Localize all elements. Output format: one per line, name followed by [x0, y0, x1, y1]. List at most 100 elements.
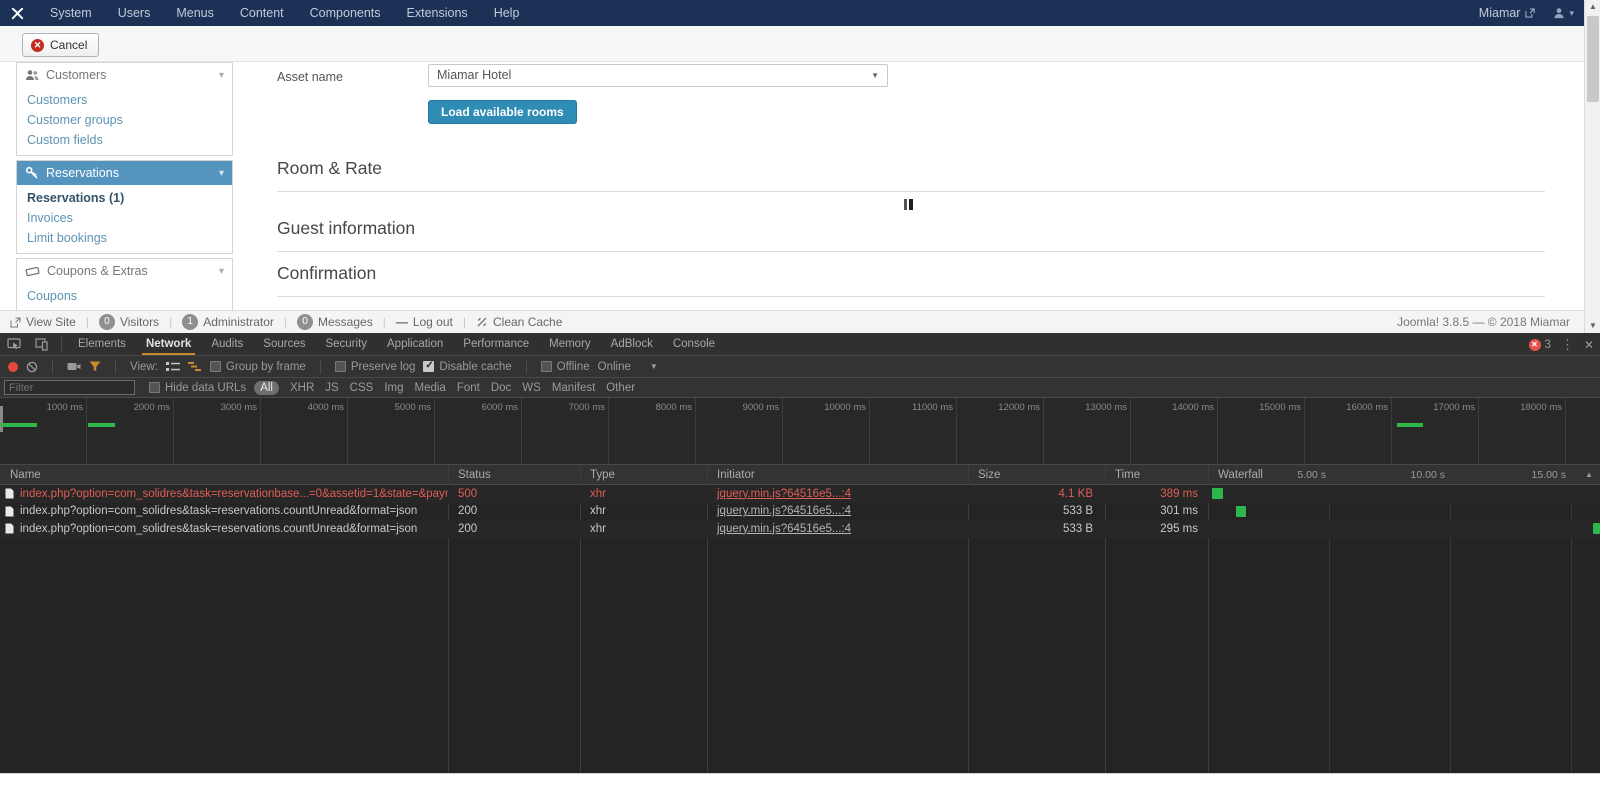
kebab-menu-icon[interactable]: ⋮: [1561, 337, 1574, 353]
initiator-link[interactable]: jquery.min.js?64516e5...:4: [717, 523, 851, 535]
capture-screenshots-icon[interactable]: [67, 361, 81, 372]
tab-security[interactable]: Security: [315, 333, 377, 355]
sidebar-item-invoices[interactable]: Invoices: [17, 208, 232, 228]
scrollbar-thumb[interactable]: [1587, 16, 1599, 102]
user-menu[interactable]: ▾: [1553, 7, 1574, 19]
divider: [320, 360, 321, 374]
scroll-up-arrow-icon[interactable]: ▲: [1585, 0, 1600, 14]
disable-cache-checkbox[interactable]: Disable cache: [423, 361, 511, 373]
table-row[interactable]: index.php?option=com_solidres&task=reser…: [0, 503, 1600, 521]
column-header-time[interactable]: Time: [1105, 465, 1140, 485]
filter-type-xhr[interactable]: XHR: [290, 382, 314, 394]
sidebar-item-reservations-1[interactable]: Reservations (1): [17, 188, 232, 208]
initiator-link[interactable]: jquery.min.js?64516e5...:4: [717, 505, 851, 517]
clear-icon[interactable]: [26, 361, 38, 373]
hide-data-urls-checkbox[interactable]: Hide data URLs: [149, 382, 246, 394]
tab-performance[interactable]: Performance: [453, 333, 539, 355]
cancel-button[interactable]: ✕ Cancel: [22, 33, 99, 57]
view-site-link[interactable]: View Site: [0, 315, 86, 329]
tab-console[interactable]: Console: [663, 333, 725, 355]
table-row[interactable]: index.php?option=com_solidres&task=reser…: [0, 485, 1600, 503]
overview-request-bar: [1, 423, 37, 427]
filter-type-img[interactable]: Img: [384, 382, 403, 394]
filter-icon[interactable]: [89, 361, 101, 372]
sidebar-panel-header-coupons-extras[interactable]: Coupons & Extras▾: [17, 259, 232, 283]
menu-help[interactable]: Help: [481, 0, 533, 26]
network-rows: index.php?option=com_solidres&task=reser…: [0, 485, 1600, 538]
tab-sources[interactable]: Sources: [253, 333, 315, 355]
sidebar-item-customers[interactable]: Customers: [17, 90, 232, 110]
divider: [115, 360, 116, 374]
logout-link[interactable]: — Log out: [386, 315, 463, 329]
scroll-down-arrow-icon[interactable]: ▼: [1585, 319, 1600, 333]
column-header-status[interactable]: Status: [448, 465, 491, 485]
filter-type-ws[interactable]: WS: [522, 382, 541, 394]
waterfall-view-icon[interactable]: [188, 361, 202, 372]
filter-input[interactable]: [4, 380, 135, 395]
request-type-cell: xhr: [580, 488, 707, 500]
tab-adblock[interactable]: AdBlock: [601, 333, 663, 355]
sidebar-item-custom-fields[interactable]: Custom fields: [17, 130, 232, 150]
menu-menus[interactable]: Menus: [163, 0, 227, 26]
throttling-dropdown[interactable]: Online ▼: [598, 361, 658, 373]
waterfall-bar: [1236, 506, 1246, 517]
messages-status[interactable]: 0 Messages: [287, 314, 383, 330]
error-count: 3: [1545, 339, 1551, 351]
select-caret-icon: ▼: [871, 65, 879, 86]
site-link[interactable]: Miamar: [1479, 6, 1536, 20]
timeline-drag-handle[interactable]: [0, 406, 3, 432]
preserve-log-checkbox[interactable]: Preserve log: [335, 361, 416, 373]
administrator-status[interactable]: 1 Administrator: [172, 314, 284, 330]
record-button[interactable]: [8, 362, 18, 372]
tab-audits[interactable]: Audits: [201, 333, 253, 355]
menu-system[interactable]: System: [37, 0, 105, 26]
filter-type-font[interactable]: Font: [457, 382, 480, 394]
asset-name-select[interactable]: Miamar Hotel ▼: [428, 64, 888, 87]
request-size-cell: 533 B: [968, 505, 1105, 517]
offline-checkbox[interactable]: Offline: [541, 361, 590, 373]
menu-components[interactable]: Components: [297, 0, 394, 26]
column-header-initiator[interactable]: Initiator: [707, 465, 755, 485]
load-available-rooms-button[interactable]: Load available rooms: [428, 100, 577, 124]
menu-extensions[interactable]: Extensions: [394, 0, 481, 26]
filter-type-all[interactable]: All: [254, 381, 279, 395]
timeline-tick-3000-ms: 3000 ms: [174, 398, 261, 465]
close-devtools-icon[interactable]: ✕: [1584, 338, 1594, 352]
initiator-link[interactable]: jquery.min.js?64516e5...:4: [717, 488, 851, 500]
filter-type-js[interactable]: JS: [325, 382, 338, 394]
inspect-element-icon[interactable]: [0, 338, 28, 351]
sidebar-panel-header-reservations[interactable]: Reservations▾: [17, 161, 232, 185]
error-count-badge[interactable]: ✕ 3: [1529, 339, 1551, 351]
request-name-cell: index.php?option=com_solidres&task=reser…: [0, 523, 448, 535]
clean-cache-link[interactable]: Clean Cache: [466, 315, 572, 329]
filter-type-media[interactable]: Media: [415, 382, 446, 394]
group-by-frame-checkbox[interactable]: Group by frame: [210, 361, 306, 373]
sidebar-items: Reservations (1)InvoicesLimit bookings: [17, 185, 232, 253]
network-overview-timeline[interactable]: 1000 ms2000 ms3000 ms4000 ms5000 ms6000 …: [0, 398, 1600, 465]
page-scrollbar[interactable]: ▲ ▼: [1584, 0, 1600, 333]
column-header-name[interactable]: Name: [0, 465, 41, 485]
filter-type-css[interactable]: CSS: [350, 382, 374, 394]
sort-arrow-icon[interactable]: ▲: [1585, 465, 1593, 485]
menu-users[interactable]: Users: [105, 0, 164, 26]
filter-type-other[interactable]: Other: [606, 382, 635, 394]
sidebar-item-limit-bookings[interactable]: Limit bookings: [17, 228, 232, 248]
tab-application[interactable]: Application: [377, 333, 453, 355]
external-link-icon: [1525, 8, 1535, 18]
tab-elements[interactable]: Elements: [68, 333, 136, 355]
tab-memory[interactable]: Memory: [539, 333, 601, 355]
sidebar-item-coupons[interactable]: Coupons: [17, 286, 232, 306]
list-view-icon[interactable]: [166, 361, 180, 372]
sidebar-panel-header-customers[interactable]: Customers▾: [17, 63, 232, 87]
menu-content[interactable]: Content: [227, 0, 297, 26]
device-toolbar-icon[interactable]: [28, 338, 55, 351]
table-row[interactable]: index.php?option=com_solidres&task=reser…: [0, 520, 1600, 538]
tab-network[interactable]: Network: [136, 333, 201, 355]
column-header-size[interactable]: Size: [968, 465, 1000, 485]
filter-type-doc[interactable]: Doc: [491, 382, 511, 394]
overview-request-bar: [1397, 423, 1423, 427]
column-header-type[interactable]: Type: [580, 465, 615, 485]
visitors-status[interactable]: 0 Visitors: [89, 314, 169, 330]
sidebar-item-customer-groups[interactable]: Customer groups: [17, 110, 232, 130]
filter-type-manifest[interactable]: Manifest: [552, 382, 595, 394]
